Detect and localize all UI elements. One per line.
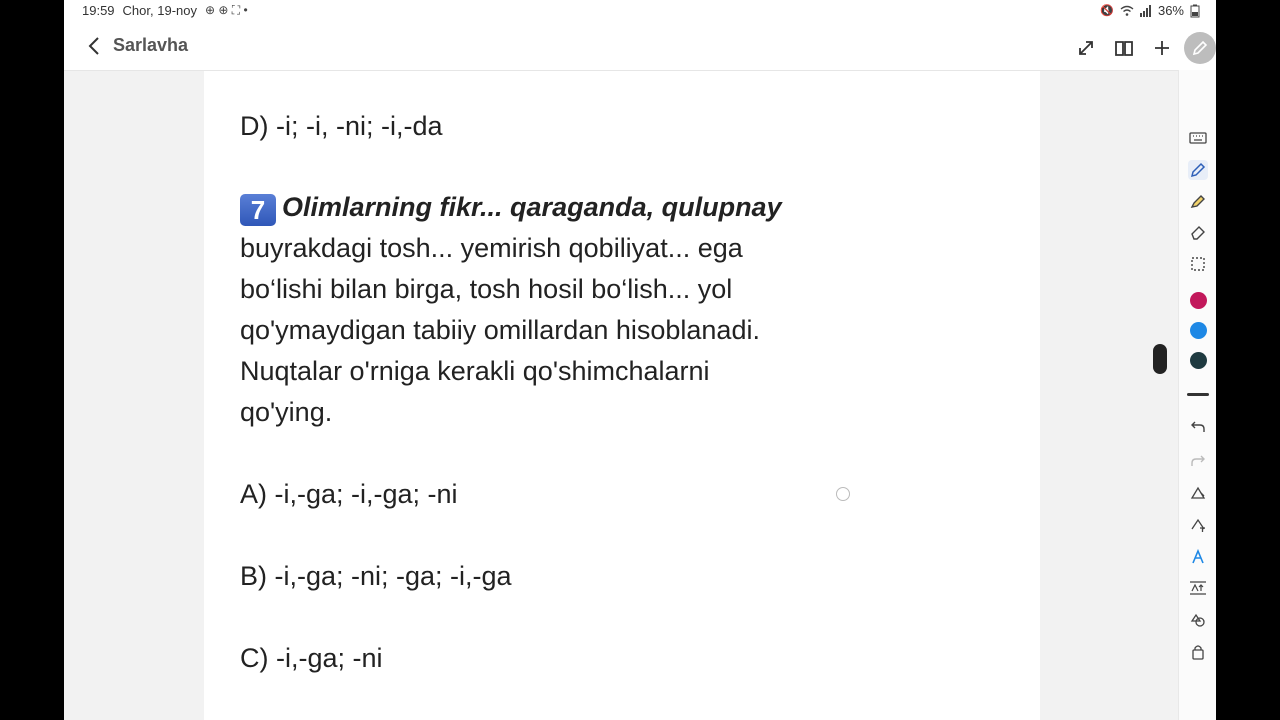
eraser-icon [1191, 226, 1205, 240]
scroll-handle[interactable] [1153, 344, 1167, 374]
color-magenta[interactable] [1190, 292, 1207, 309]
highlighter-icon [1190, 195, 1205, 208]
pen-mode-icon [1192, 40, 1208, 56]
eraser-tool[interactable] [1188, 222, 1208, 242]
status-bar: 19:59 Chor, 19-noy ⊕ ⊕ ⛶ • 🔇 36% [64, 0, 1216, 22]
book-icon [1115, 41, 1133, 56]
battery-percent: 36% [1157, 3, 1184, 18]
option-d: D) -i; -i, -ni; -i,-da [240, 111, 443, 141]
option-c: C) -i,-ga; -ni [240, 643, 383, 673]
app-bar: Sarlavha [64, 22, 1216, 71]
mute-icon: 🔇 [1100, 5, 1114, 17]
expand-icon [1079, 41, 1093, 55]
plus-icon [1155, 41, 1169, 55]
stroke-width-selector[interactable] [1187, 393, 1209, 396]
question-line: qo'ymaydigan tabiiy omillardan hisoblana… [240, 315, 760, 345]
book-view-button[interactable] [1112, 36, 1136, 60]
option-a: A) -i,-ga; -i,-ga; -ni [240, 479, 458, 509]
text-size-icon [1190, 581, 1206, 595]
question-line: bo‘lishi bilan birga, tosh hosil bo‘lish… [240, 274, 733, 304]
question-line: Nuqtalar o'rniga kerakli qo'shimchalarni [240, 356, 710, 386]
color-blue[interactable] [1190, 322, 1207, 339]
note-title[interactable]: Sarlavha [113, 35, 188, 56]
undo-icon [1191, 421, 1205, 432]
highlighter-tool[interactable] [1188, 191, 1208, 211]
text-pen-tool[interactable] [1188, 515, 1208, 535]
pen-toolbar [1178, 70, 1216, 720]
text-pen-icon [1191, 518, 1205, 532]
add-page-button[interactable] [1150, 36, 1174, 60]
lasso-tool[interactable] [1188, 254, 1208, 274]
notification-icons: ⊕ ⊕ ⛶ • [204, 3, 248, 17]
back-button[interactable] [82, 34, 106, 58]
redo-button[interactable] [1188, 451, 1208, 471]
lock-icon [1192, 645, 1204, 660]
option-b: B) -i,-ga; -ni; -ga; -i,-ga [240, 561, 512, 591]
lasso-icon [1191, 257, 1205, 271]
status-date: Chor, 19-noy [122, 3, 197, 18]
shapes-pen-icon [1190, 486, 1206, 499]
chevron-left-icon [88, 37, 99, 55]
undo-button[interactable] [1188, 417, 1208, 437]
question-title: Olimlarning fikr... qaraganda, qulupnay [282, 192, 782, 222]
note-content: D) -i; -i, -ni; -i,-da 7 Olimlarning fikr… [240, 71, 1020, 679]
keyboard-tool[interactable] [1188, 128, 1208, 148]
handwriting-tool[interactable] [1188, 547, 1208, 567]
status-time: 19:59 [82, 3, 115, 18]
redo-icon [1191, 455, 1205, 466]
shape-pen-tool[interactable] [1188, 483, 1208, 503]
pen-mode-button[interactable] [1184, 32, 1216, 64]
wifi-icon [1120, 5, 1134, 16]
handwriting-icon [1192, 549, 1204, 564]
pen-tool[interactable] [1188, 160, 1208, 180]
note-page[interactable]: D) -i; -i, -ni; -i,-da 7 Olimlarning fikr… [204, 71, 1040, 720]
battery-icon [1190, 4, 1200, 17]
app-screen: 19:59 Chor, 19-noy ⊕ ⊕ ⛶ • 🔇 36% Sarlavh… [64, 0, 1216, 720]
shapes-icon [1190, 613, 1205, 627]
keyboard-icon [1189, 132, 1207, 144]
question-number-badge: 7 [240, 194, 276, 226]
signal-icon [1139, 4, 1151, 17]
question-heading: 7 Olimlarning fikr... qaraganda, qulupnay [240, 187, 1020, 228]
pen-icon [1190, 162, 1206, 178]
pen-cursor-indicator [836, 487, 850, 501]
text-size-tool[interactable] [1188, 578, 1208, 598]
expand-button[interactable] [1074, 36, 1098, 60]
lock-tool[interactable] [1188, 642, 1208, 662]
question-line: qo'ying. [240, 397, 333, 427]
question-line: buyrakdagi tosh... yemirish qobiliyat...… [240, 233, 743, 263]
color-dark-teal[interactable] [1190, 352, 1207, 369]
shapes-tool[interactable] [1188, 610, 1208, 630]
